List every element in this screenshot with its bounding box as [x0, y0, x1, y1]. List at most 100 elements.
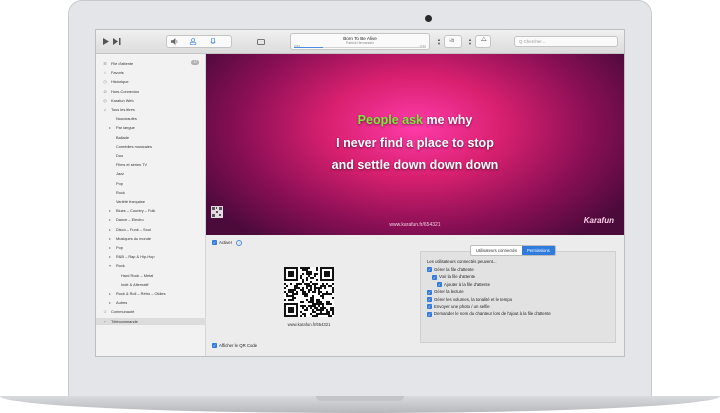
- permission-checkbox[interactable]: ✓: [427, 289, 432, 295]
- arrow-icon: ▸: [108, 235, 111, 241]
- sidebar-item-label: Rock & Roll – Rétro – Oldies: [116, 291, 166, 296]
- permission-label: Ajouter à la file d'attente: [444, 281, 490, 287]
- permission-checkbox[interactable]: ✓: [427, 267, 432, 273]
- permission-option[interactable]: ✓ Envoyer une photo / un selfie: [427, 304, 490, 310]
- microphone-icon[interactable]: [208, 36, 218, 47]
- screen-icon[interactable]: [256, 36, 266, 47]
- info-icon[interactable]: i: [236, 240, 243, 246]
- arrow-icon: ▸: [108, 125, 111, 131]
- sidebar-item[interactable]: ◎ Karafun Web: [96, 97, 212, 104]
- sidebar-item-label: Disco – Funk – Soul: [116, 226, 151, 232]
- sidebar-item[interactable]: ▸ Disco – Funk – Soul: [96, 226, 217, 233]
- sidebar-item[interactable]: ⊘ Hors-Connexion: [96, 88, 212, 95]
- sidebar-item[interactable]: ☰ File d'attente: [96, 60, 212, 67]
- sidebar-item[interactable]: Rock: [96, 189, 217, 196]
- sidebar-item[interactable]: ▸ R&B – Rap & Hip-Hop: [96, 253, 217, 260]
- now-playing-display[interactable]: Born To Be Alive Patrick Hernandez 0:54 …: [290, 33, 430, 50]
- permission-option[interactable]: ✓ Demander le nom du chanteur lors de l'a…: [427, 311, 551, 317]
- qr-url: www.karafun.fr/654321: [287, 322, 331, 327]
- lyric-line-2: I never find a place to stop: [336, 136, 494, 150]
- qr-code-icon: [211, 206, 223, 218]
- sidebar-item-label: Indé & Alternatif: [121, 281, 149, 287]
- permission-checkbox[interactable]: ✓: [437, 282, 442, 288]
- sidebar-item[interactable]: ▸ Pop: [96, 244, 217, 251]
- permission-option[interactable]: ✓ Gérer la file d'attente: [427, 267, 474, 273]
- sidebar-item[interactable]: ♫ Tous les titres: [96, 106, 212, 113]
- progress-bar[interactable]: [294, 46, 426, 48]
- sidebar-item[interactable]: Indé & Alternatif: [96, 281, 222, 288]
- lyric-line-3: and settle down down down: [331, 158, 499, 172]
- sidebar-item[interactable]: ▸ Par langue: [96, 124, 217, 131]
- video-url: www.karafun.fr/654321: [389, 222, 441, 228]
- tempo-control[interactable]: ⧍: [475, 35, 491, 48]
- sidebar-item[interactable]: ☺ Communauté: [96, 308, 212, 315]
- qr-code: [284, 267, 334, 317]
- search-input[interactable]: Q Chercher...: [514, 36, 618, 47]
- singer-icon[interactable]: [188, 36, 198, 47]
- sidebar-item[interactable]: ☆ Favoris: [96, 69, 212, 76]
- play-icon[interactable]: [102, 36, 110, 47]
- permission-checkbox[interactable]: ✓: [427, 304, 432, 310]
- permission-label: Demander le nom du chanteur lors de l'aj…: [434, 311, 551, 317]
- sidebar-item[interactable]: Jazz: [96, 170, 217, 177]
- arrow-icon: ▸: [108, 300, 111, 306]
- show-qr-label: Afficher le QR Code: [219, 343, 258, 348]
- next-icon[interactable]: [112, 36, 122, 47]
- sidebar-item-label: Musiques du monde: [116, 235, 152, 241]
- arrow-icon: ▸: [108, 245, 111, 250]
- sidebar-item-label: Variété française: [116, 199, 145, 204]
- star-icon: ☆: [103, 70, 107, 76]
- sidebar-item-label: Jazz: [116, 171, 124, 177]
- sidebar-item[interactable]: ⌁ Télécommande: [96, 317, 212, 325]
- remote-control-panel: ✓ Activer i www.karafun.fr/654321 ✓ Affiche…: [206, 235, 624, 356]
- sidebar-item[interactable]: Films et séries TV: [96, 161, 217, 168]
- sidebar-item[interactable]: ▸ Musiques du monde: [96, 235, 217, 242]
- sidebar-item-label: Comédies musicales: [116, 143, 152, 149]
- show-qr-checkbox[interactable]: ✓: [212, 343, 217, 349]
- tab-connected-users[interactable]: Utilisateurs connectés: [471, 246, 522, 255]
- permission-option[interactable]: ✓ Gérer la lecture: [427, 289, 464, 295]
- karaoke-screen: People ask me why I never find a place t…: [206, 54, 624, 235]
- permission-option[interactable]: ✓ Gérer les volumes, la tonalité et le te…: [427, 297, 512, 302]
- sidebar-item[interactable]: ◷ Historique: [96, 78, 212, 85]
- sidebar-item[interactable]: ▸ Blues – Country – Folk: [96, 207, 217, 214]
- activate-label: Activer: [219, 240, 233, 245]
- permission-checkbox[interactable]: ✓: [427, 311, 432, 317]
- sidebar-item[interactable]: Ballade: [96, 134, 217, 141]
- sidebar-item-label: Hard Rock – Metal: [121, 272, 154, 278]
- sidebar-item[interactable]: ▸ Rock & Roll – Rétro – Oldies: [96, 290, 217, 297]
- activate-checkbox[interactable]: ✓: [212, 240, 217, 246]
- permissions-box: Les utilisateurs connectés peuvent... ✓ G…: [420, 251, 616, 343]
- arrow-icon: ▸: [108, 291, 111, 296]
- karafun-logo: Karafun: [583, 216, 614, 225]
- sidebar-item-label: Blues – Country – Folk: [116, 208, 156, 214]
- sidebar-item-label: Karafun Web: [111, 97, 134, 103]
- sidebar-item[interactable]: Comédies musicales: [96, 143, 217, 150]
- tempo-stepper[interactable]: ▲ ▼: [467, 36, 473, 47]
- metronome-icon: ⧍: [481, 37, 487, 43]
- sidebar-item[interactable]: Pop: [96, 180, 217, 187]
- volume-icon[interactable]: [170, 36, 180, 47]
- permission-checkbox[interactable]: ✓: [427, 296, 432, 302]
- laptop-notch: [316, 396, 404, 401]
- sidebar-item[interactable]: Nouveautés: [96, 115, 217, 122]
- sidebar-item[interactable]: Hard Rock – Metal: [96, 272, 222, 279]
- sidebar-item[interactable]: ▾ Rock: [96, 262, 217, 269]
- permission-checkbox[interactable]: ✓: [432, 274, 437, 280]
- key-control[interactable]: ♭b: [444, 35, 462, 48]
- sidebar-item-label: Autres: [116, 300, 128, 306]
- community-icon: ☺: [102, 309, 108, 315]
- permission-option[interactable]: ✓ Ajouter à la file d'attente: [437, 281, 490, 288]
- sidebar-item[interactable]: Duo: [96, 152, 217, 159]
- lyric-line-1-sung: People ask: [357, 113, 423, 127]
- sidebar-item-label: Hors-Connexion: [111, 88, 140, 94]
- permissions-title: Les utilisateurs connectés peuvent...: [427, 259, 497, 264]
- key-stepper[interactable]: ▲ ▼: [436, 36, 442, 47]
- sidebar-item[interactable]: ▸ Dance – Electro: [96, 216, 217, 223]
- tab-permissions[interactable]: Permissions: [521, 246, 555, 255]
- permission-option[interactable]: ✓ Voir la file d'attente: [432, 274, 475, 280]
- sidebar-item[interactable]: ▸ Autres: [96, 299, 217, 306]
- sidebar-item[interactable]: Variété française: [96, 198, 217, 205]
- activate-option[interactable]: ✓ Activer i: [212, 240, 243, 246]
- show-qr-option[interactable]: ✓ Afficher le QR Code: [212, 343, 258, 349]
